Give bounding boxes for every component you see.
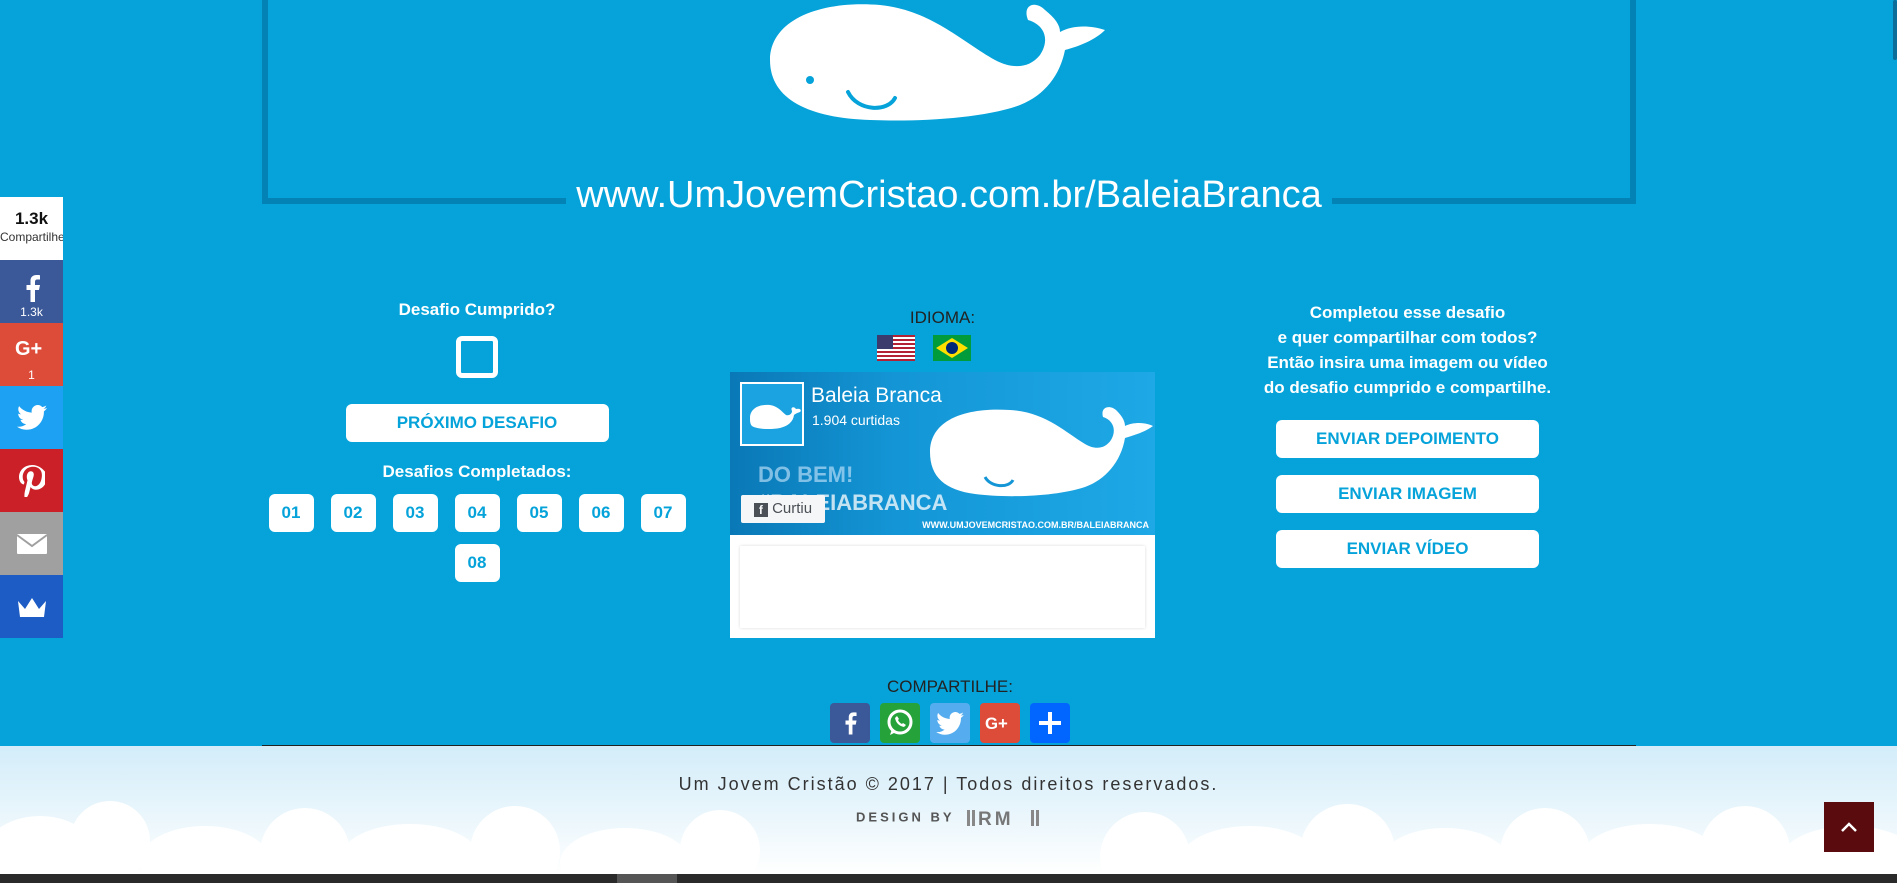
facebook-small-icon: f: [753, 503, 768, 517]
svg-text:RM: RM: [978, 809, 1014, 828]
twitter-icon: [936, 711, 964, 735]
facebook-feed-area: [740, 546, 1145, 628]
us-flag-icon[interactable]: [876, 335, 915, 361]
submit-text-line-4: do desafio cumprido e compartilhe.: [1263, 378, 1552, 397]
back-to-top-button[interactable]: [1824, 802, 1874, 852]
sidebar-facebook-button[interactable]: 1.3k: [0, 260, 63, 323]
sidebar-sumo-button[interactable]: [0, 575, 63, 638]
share-total-count: 1.3k: [14, 209, 49, 228]
horizontal-scrollbar-thumb[interactable]: [617, 874, 677, 883]
share-more-button[interactable]: [1030, 703, 1070, 743]
footer: Um Jovem Cristão © 2017 | Todos direitos…: [0, 746, 1897, 874]
language-column: IDIOMA: DO BEM! #BALEIABRANCA Baleia Bra…: [730, 308, 1155, 638]
google-plus-icon: G+: [985, 714, 1008, 733]
day-button-01[interactable]: 01: [268, 494, 314, 532]
share-section: COMPARTILHE: G+: [830, 677, 1070, 743]
next-challenge-button[interactable]: PRÓXIMO DESAFIO: [345, 404, 609, 442]
chevron-up-icon: [1841, 822, 1857, 832]
whatsapp-icon: [887, 709, 913, 735]
day-button-08[interactable]: 08: [454, 544, 500, 582]
pinterest-icon: [18, 465, 47, 500]
facebook-page-widget: DO BEM! #BALEIABRANCA Baleia Branca 1.90…: [730, 372, 1155, 638]
day-button-04[interactable]: 04: [454, 494, 500, 532]
send-testimony-button[interactable]: ENVIAR DEPOIMENTO: [1276, 420, 1539, 458]
facebook-cover-text-1: DO BEM!: [758, 462, 854, 487]
facebook-icon: [845, 712, 857, 735]
crown-icon: [17, 598, 46, 617]
facebook-cover-url: WWW.UMJOVEMCRISTAO.COM.BR/BALEIABRANCA: [922, 520, 1149, 530]
design-by-label: DESIGN BY: [856, 809, 955, 825]
google-plus-icon: G+: [15, 338, 42, 360]
twitter-icon: [16, 405, 47, 430]
share-facebook-button[interactable]: [830, 703, 870, 743]
language-label: IDIOMA:: [909, 308, 976, 327]
mail-icon: [15, 534, 48, 554]
facebook-liked-button[interactable]: f Curtiu: [741, 495, 825, 523]
completed-days-list: 01 02 03 04 05 06 07 08: [262, 494, 692, 582]
submit-text-line-1: Completou esse desafio: [1309, 303, 1506, 322]
day-button-05[interactable]: 05: [516, 494, 562, 532]
share-icons: G+: [830, 703, 1070, 743]
cover-whale-image: [930, 407, 1153, 497]
submit-text-line-2: e quer compartilhar com todos?: [1277, 328, 1538, 347]
sidebar-twitter-button[interactable]: [0, 386, 63, 449]
share-google-plus-button[interactable]: G+: [980, 703, 1020, 743]
challenge-column: Desafio Cumprido? PRÓXIMO DESAFIO Desafi…: [262, 300, 692, 582]
sidebar-google-plus-button[interactable]: G+ 1: [0, 323, 63, 386]
send-video-button[interactable]: ENVIAR VÍDEO: [1276, 530, 1539, 568]
share-title: COMPARTILHE:: [887, 677, 1013, 696]
submit-column: Completou esse desafio e quer compartilh…: [1215, 300, 1600, 568]
day-button-07[interactable]: 07: [640, 494, 686, 532]
banner-url: www.UmJovemCristao.com.br/BaleiaBranca: [566, 172, 1332, 218]
day-button-02[interactable]: 02: [330, 494, 376, 532]
share-whatsapp-button[interactable]: [880, 703, 920, 743]
day-button-06[interactable]: 06: [578, 494, 624, 532]
completed-challenges-title: Desafios Completados:: [382, 462, 572, 481]
brazil-flag-icon[interactable]: [932, 335, 971, 361]
plus-icon: [1039, 712, 1061, 734]
challenge-title: Desafio Cumprido?: [398, 300, 556, 319]
submit-text-line-3: Então insira uma imagem ou vídeo: [1267, 353, 1548, 372]
challenge-done-checkbox[interactable]: [456, 336, 498, 378]
whale-avatar-icon: [750, 404, 801, 430]
banner-url-text[interactable]: www.UmJovemCristao.com.br/BaleiaBranca: [576, 174, 1321, 216]
facebook-liked-label: Curtiu: [772, 500, 813, 517]
copyright-text: Um Jovem Cristão © 2017 | Todos direitos…: [678, 774, 1219, 794]
svg-text:G+: G+: [985, 714, 1008, 733]
svg-text:G+: G+: [15, 338, 42, 359]
facebook-page-likes: 1.904 curtidas: [812, 412, 900, 428]
facebook-page-avatar[interactable]: [740, 382, 804, 446]
share-total-label: Compartilhe: [0, 230, 63, 244]
language-flags: [730, 335, 1155, 361]
facebook-cover[interactable]: DO BEM! #BALEIABRANCA Baleia Branca 1.90…: [730, 372, 1155, 535]
share-sidebar: 1.3k Compartilhe 1.3k G+ 1: [0, 197, 63, 638]
sidebar-email-button[interactable]: [0, 512, 63, 575]
sidebar-google-plus-count: 1: [28, 368, 35, 382]
share-twitter-button[interactable]: [930, 703, 970, 743]
send-image-button[interactable]: ENVIAR IMAGEM: [1276, 475, 1539, 513]
horizontal-scrollbar[interactable]: [0, 874, 1897, 883]
rm-designer-logo[interactable]: RM: [966, 808, 1041, 828]
facebook-icon: [26, 275, 40, 302]
whale-logo: [770, 4, 1105, 121]
day-button-03[interactable]: 03: [392, 494, 438, 532]
sidebar-pinterest-button[interactable]: [0, 449, 63, 512]
share-total: 1.3k Compartilhe: [0, 197, 63, 260]
scrollbar-thumb[interactable]: [1893, 0, 1897, 60]
facebook-page-name[interactable]: Baleia Branca: [811, 384, 942, 408]
sidebar-facebook-count: 1.3k: [20, 305, 43, 319]
design-by: DESIGN BY RM: [0, 808, 1897, 828]
